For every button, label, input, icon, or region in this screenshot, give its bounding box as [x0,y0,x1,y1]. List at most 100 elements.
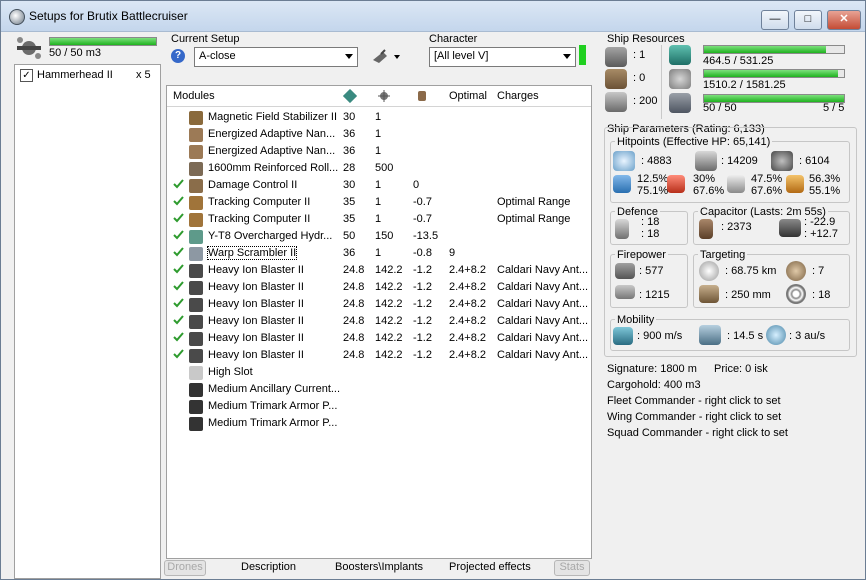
firepower-title: Firepower [615,249,668,261]
table-row[interactable]: Heavy Ion Blaster II 24.8 142.2 -1.2 2.4+8.2… [167,313,591,330]
col-optimal[interactable]: Optimal [449,90,487,102]
module-charges: Caldari Navy Ant... [497,315,589,327]
cpu-col-icon[interactable] [342,88,358,106]
drone-bay-bar [49,37,157,46]
minimize-button[interactable]: — [761,10,789,30]
table-row[interactable]: Energized Adaptive Nan... 36 1 [167,126,591,143]
tab-drones[interactable]: Drones [164,560,206,576]
table-row[interactable]: Medium Ancillary Current... [167,381,591,398]
module-charges: Caldari Navy Ant... [497,298,589,310]
module-name: Energized Adaptive Nan... [208,145,336,157]
sensor-strength-icon [786,284,806,304]
active-check-icon[interactable] [173,196,184,206]
active-check-icon[interactable] [173,349,184,359]
module-icon [189,349,203,363]
repair-icon [615,219,629,239]
module-c1: 24.8 [343,349,365,361]
active-check-icon[interactable] [173,332,184,342]
col-modules[interactable]: Modules [173,90,215,102]
modules-header: Modules Optimal Charges [167,86,591,107]
capacitor-recharge: : +12.7 [804,228,838,240]
module-name: Heavy Ion Blaster II [208,349,304,361]
active-check-icon[interactable] [173,298,184,308]
explosive-resist-b: 55.1% [809,185,841,197]
active-check-icon[interactable] [173,264,184,274]
volley-icon [615,285,635,299]
dps-icon [615,263,635,279]
calibration-value: : 200 [633,95,658,107]
module-c3: 0 [413,179,420,191]
module-c3: -0.7 [413,196,432,208]
tab-description[interactable]: Description [241,561,296,573]
mobility-title: Mobility [615,314,657,326]
module-name: Tracking Computer II [208,196,311,208]
col-charges[interactable]: Charges [497,90,539,102]
module-c2: 142.2 [375,281,403,293]
module-icon [189,111,203,125]
setup-select[interactable]: A-close [194,47,358,67]
active-check-icon[interactable] [173,247,184,257]
calibration-icon [605,92,627,112]
module-c3: -13.5 [413,230,439,242]
table-row[interactable]: Y-T8 Overcharged Hydr... 50 150 -13.5 [167,228,591,245]
module-name: High Slot [208,366,253,378]
table-row[interactable]: Heavy Ion Blaster II 24.8 142.2 -1.2 2.4+8.2… [167,296,591,313]
table-row[interactable]: Heavy Ion Blaster II 24.8 142.2 -1.2 2.4+8.2… [167,347,591,364]
active-check-icon[interactable] [173,315,184,325]
module-optimal: 2.4+8.2 [449,281,487,293]
wing-commander[interactable]: Wing Commander - right click to set [607,411,781,423]
table-row[interactable]: Energized Adaptive Nan... 36 1 [167,143,591,160]
capacitor-amount: : 2373 [721,221,752,233]
help-icon[interactable]: ? [171,49,185,63]
table-row[interactable]: Medium Trimark Armor P... [167,415,591,432]
table-row[interactable]: Damage Control II 30 1 0 [167,177,591,194]
module-icon [189,128,203,142]
table-row[interactable]: Heavy Ion Blaster II 24.8 142.2 -1.2 2.4+8.2… [167,262,591,279]
module-charges: Caldari Navy Ant... [497,349,589,361]
table-row[interactable]: High Slot [167,364,591,381]
module-c2: 1 [375,145,382,157]
cpu-text: 464.5 / 531.25 [703,55,774,67]
tab-projected-effects[interactable]: Projected effects [449,561,531,573]
table-row[interactable]: Tracking Computer II 35 1 -0.7 Optimal Range [167,211,591,228]
tab-boosters-implants[interactable]: Boosters\Implants [335,561,423,573]
maximize-button[interactable]: □ [794,10,822,30]
drone-checkbox[interactable]: ✓ [20,69,33,82]
active-check-icon[interactable] [173,213,184,223]
powergrid-col-icon[interactable] [377,89,391,106]
module-optimal: 9 [449,247,456,259]
dps-value: : 577 [639,265,664,277]
scan-resolution: : 250 mm [725,289,771,301]
module-c3: -0.7 [413,213,432,225]
drone-list-item[interactable]: ✓ Hammerhead II x 5 [20,68,156,84]
close-button[interactable]: ✕ [827,10,861,30]
active-check-icon[interactable] [173,230,184,240]
module-c2: 142.2 [375,332,403,344]
table-row[interactable]: Medium Trimark Armor P... [167,398,591,415]
chevron-down-icon [563,54,571,59]
fleet-commander[interactable]: Fleet Commander - right click to set [607,395,781,407]
module-icon [189,247,203,261]
module-name: Medium Ancillary Current... [208,383,341,395]
ship-menu-button[interactable] [371,48,403,65]
capacitor-col-icon[interactable] [415,89,429,106]
table-row[interactable]: 1600mm Reinforced Roll... 28 500 [167,160,591,177]
active-check-icon[interactable] [173,281,184,291]
cargohold: Cargohold: 400 m3 [607,379,701,391]
module-icon [189,315,203,329]
table-row[interactable]: Warp Scrambler II 36 1 -0.8 9 [167,245,591,262]
table-row[interactable]: Tracking Computer II 35 1 -0.7 Optimal Range [167,194,591,211]
active-check-icon[interactable] [173,179,184,189]
squad-commander[interactable]: Squad Commander - right click to set [607,427,788,439]
drone-bandwidth-icon [669,93,691,113]
em-resist-b: 75.1% [637,185,669,197]
table-row[interactable]: Heavy Ion Blaster II 24.8 142.2 -1.2 2.4+8.2… [167,279,591,296]
module-icon [189,366,203,380]
table-row[interactable]: Magnetic Field Stabilizer II 30 1 [167,109,591,126]
module-c1: 36 [343,247,356,259]
target-range: : 68.75 km [725,265,777,277]
module-c2: 1 [375,213,382,225]
character-select[interactable]: [All level V] [429,47,576,67]
tab-stats[interactable]: Stats [554,560,590,576]
table-row[interactable]: Heavy Ion Blaster II 24.8 142.2 -1.2 2.4+8.2… [167,330,591,347]
